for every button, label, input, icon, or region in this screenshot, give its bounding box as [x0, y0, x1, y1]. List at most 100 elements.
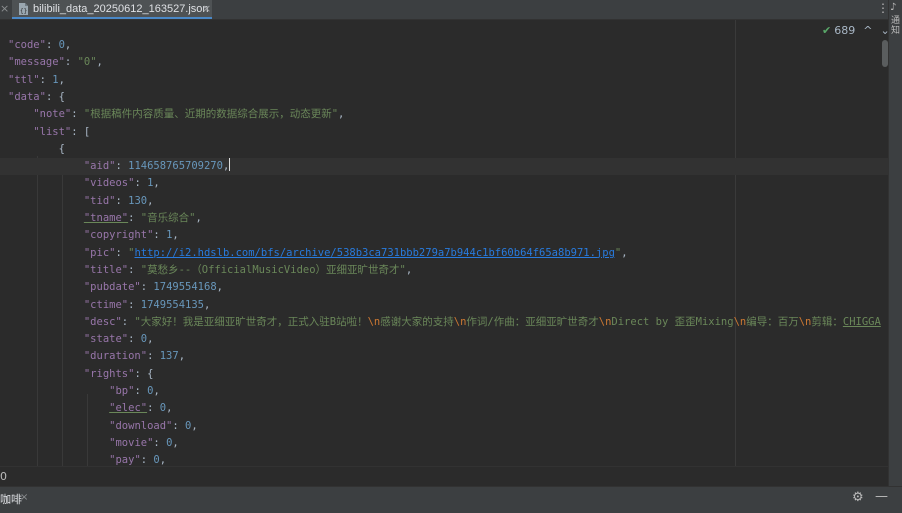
code-line[interactable]: "ctime": 1749554135, — [8, 297, 210, 314]
code-token: "title" — [83, 263, 129, 276]
code-token: , — [172, 229, 179, 242]
code-token: CHIGGA — [842, 315, 881, 328]
code-line[interactable]: "pubdate": 1749554168, — [8, 279, 223, 296]
code-token: "movie" — [109, 436, 154, 449]
code-token: : — [45, 39, 59, 51]
code-token: : — [115, 194, 129, 207]
code-line[interactable]: "elec": 0, — [8, 400, 172, 417]
minimize-icon[interactable]: — — [875, 489, 888, 504]
code-token: 1749554168 — [153, 281, 217, 294]
code-line-current[interactable]: "aid": 114658765709270, — [0, 158, 888, 176]
code-token: { — [8, 142, 65, 155]
code-line[interactable]: "state": 0, — [8, 331, 154, 348]
code-token: "message" — [8, 56, 65, 69]
code-token: "pubdate" — [83, 281, 141, 294]
code-token: 编导：百万 — [746, 315, 799, 328]
code-token: "tid" — [83, 194, 116, 207]
next-highlight-icon[interactable]: ⌄ — [880, 24, 888, 37]
code-token: : — [128, 333, 141, 346]
code-token: , — [204, 298, 211, 311]
code-token: : — [147, 350, 160, 363]
code-token: , — [195, 212, 202, 224]
code-token: , — [405, 263, 413, 276]
code-token: : — [134, 385, 148, 397]
code-line[interactable]: "code": 0, — [8, 37, 71, 54]
prev-highlight-icon[interactable]: ^ — [863, 24, 872, 37]
code-line[interactable]: "title": "莫愁乡--（OfficialMusicVideo）亚细亚旷世… — [8, 262, 412, 279]
code-token: http://i2.hdslb.com/bfs/archive/538b3ca7… — [134, 246, 615, 259]
tool-window-tab[interactable]: 咖啡 — [0, 491, 22, 507]
code-line[interactable]: "note": "根据稿件内容质量、近期的数据综合展示，动态更新", — [8, 106, 344, 123]
code-token: : — [115, 160, 129, 173]
code-token: : { — [45, 90, 65, 103]
code-token: : — [153, 436, 167, 449]
inspection-widget[interactable]: ✔ 689 ^ ⌄ — [822, 24, 888, 37]
code-token: \n — [598, 315, 612, 328]
code-line[interactable]: "ttl": 1, — [8, 72, 65, 89]
code-line[interactable]: "movie": 0, — [8, 435, 179, 452]
code-token: "elec" — [109, 402, 148, 415]
code-line[interactable]: "copyright": 1, — [8, 227, 179, 244]
code-token: 1749554135 — [140, 298, 204, 311]
tab-filename: bilibili_data_20250612_163527.json — [33, 3, 209, 15]
close-icon[interactable]: × — [20, 492, 28, 503]
json-file-icon: {} — [19, 3, 28, 15]
code-token: "大家好！我是亚细亚旷世奇才，正式入驻B站啦！ — [134, 315, 368, 328]
code-token: : — [153, 229, 167, 242]
code-token: "desc" — [83, 315, 122, 328]
code-line[interactable]: "rights": { — [8, 366, 154, 383]
notifications-label[interactable]: 通知 — [891, 16, 901, 36]
close-icon[interactable]: × — [0, 2, 9, 15]
code-line[interactable]: "bp": 0, — [8, 383, 160, 400]
code-token: 作词/作曲：亚细亚旷世奇才 — [466, 315, 599, 328]
svg-text:{}: {} — [20, 8, 27, 15]
code-token: "note" — [33, 108, 72, 121]
code-token: \n — [733, 315, 747, 328]
gear-icon[interactable]: ⚙ — [852, 490, 864, 505]
code-line[interactable]: "data": { — [8, 89, 65, 106]
code-token: , — [153, 385, 160, 397]
code-line[interactable]: { — [8, 141, 65, 158]
code-token: : — [128, 212, 141, 224]
code-token: Direct by 歪歪Mixing — [611, 315, 734, 328]
code-token: "list" — [33, 125, 72, 138]
code-line[interactable]: "message": "0", — [8, 54, 103, 71]
code-token: \n — [367, 315, 381, 328]
code-token: 137 — [159, 350, 179, 363]
code-editor[interactable]: ✔ 689 ^ ⌄ "code": 0, "message": "0", "ttl": 1… — [0, 20, 888, 466]
code-token: : — [64, 56, 78, 69]
tab-close-icon[interactable]: × — [202, 2, 211, 15]
code-line[interactable]: "pic": "http://i2.hdslb.com/bfs/archive/… — [8, 245, 628, 262]
code-line[interactable]: "videos": 1, — [8, 175, 160, 192]
code-token: , — [166, 402, 173, 415]
code-line[interactable]: "download": 0, — [8, 418, 198, 435]
bottom-tool-panel: 咖啡 × ⚙ — — [0, 486, 902, 513]
code-line[interactable]: "pay": 0, — [8, 452, 166, 466]
code-line[interactable]: "list": [ — [8, 124, 90, 141]
code-line[interactable]: "desc": "大家好！我是亚细亚旷世奇才，正式入驻B站啦！\n感谢大家的支持… — [8, 314, 888, 331]
vertical-scrollbar[interactable] — [882, 40, 888, 67]
code-token: "rights" — [83, 367, 135, 380]
code-line[interactable]: "duration": 137, — [8, 348, 185, 365]
code-line[interactable]: "tid": 130, — [8, 193, 154, 210]
tab-json-file[interactable]: {} bilibili_data_20250612_163527.json × — [12, 0, 212, 19]
code-line[interactable]: "tname": "音乐综合", — [8, 210, 202, 227]
code-token: , — [153, 177, 160, 190]
code-token: : { — [134, 367, 154, 380]
code-token: : — [128, 263, 141, 276]
notifications-bell-icon[interactable]: ♪ — [890, 2, 896, 13]
code-token: 剪辑： — [811, 315, 843, 328]
checkmark-icon: ✔ — [822, 24, 832, 37]
code-token: : — [121, 315, 135, 328]
code-token: "音乐综合" — [140, 212, 196, 224]
